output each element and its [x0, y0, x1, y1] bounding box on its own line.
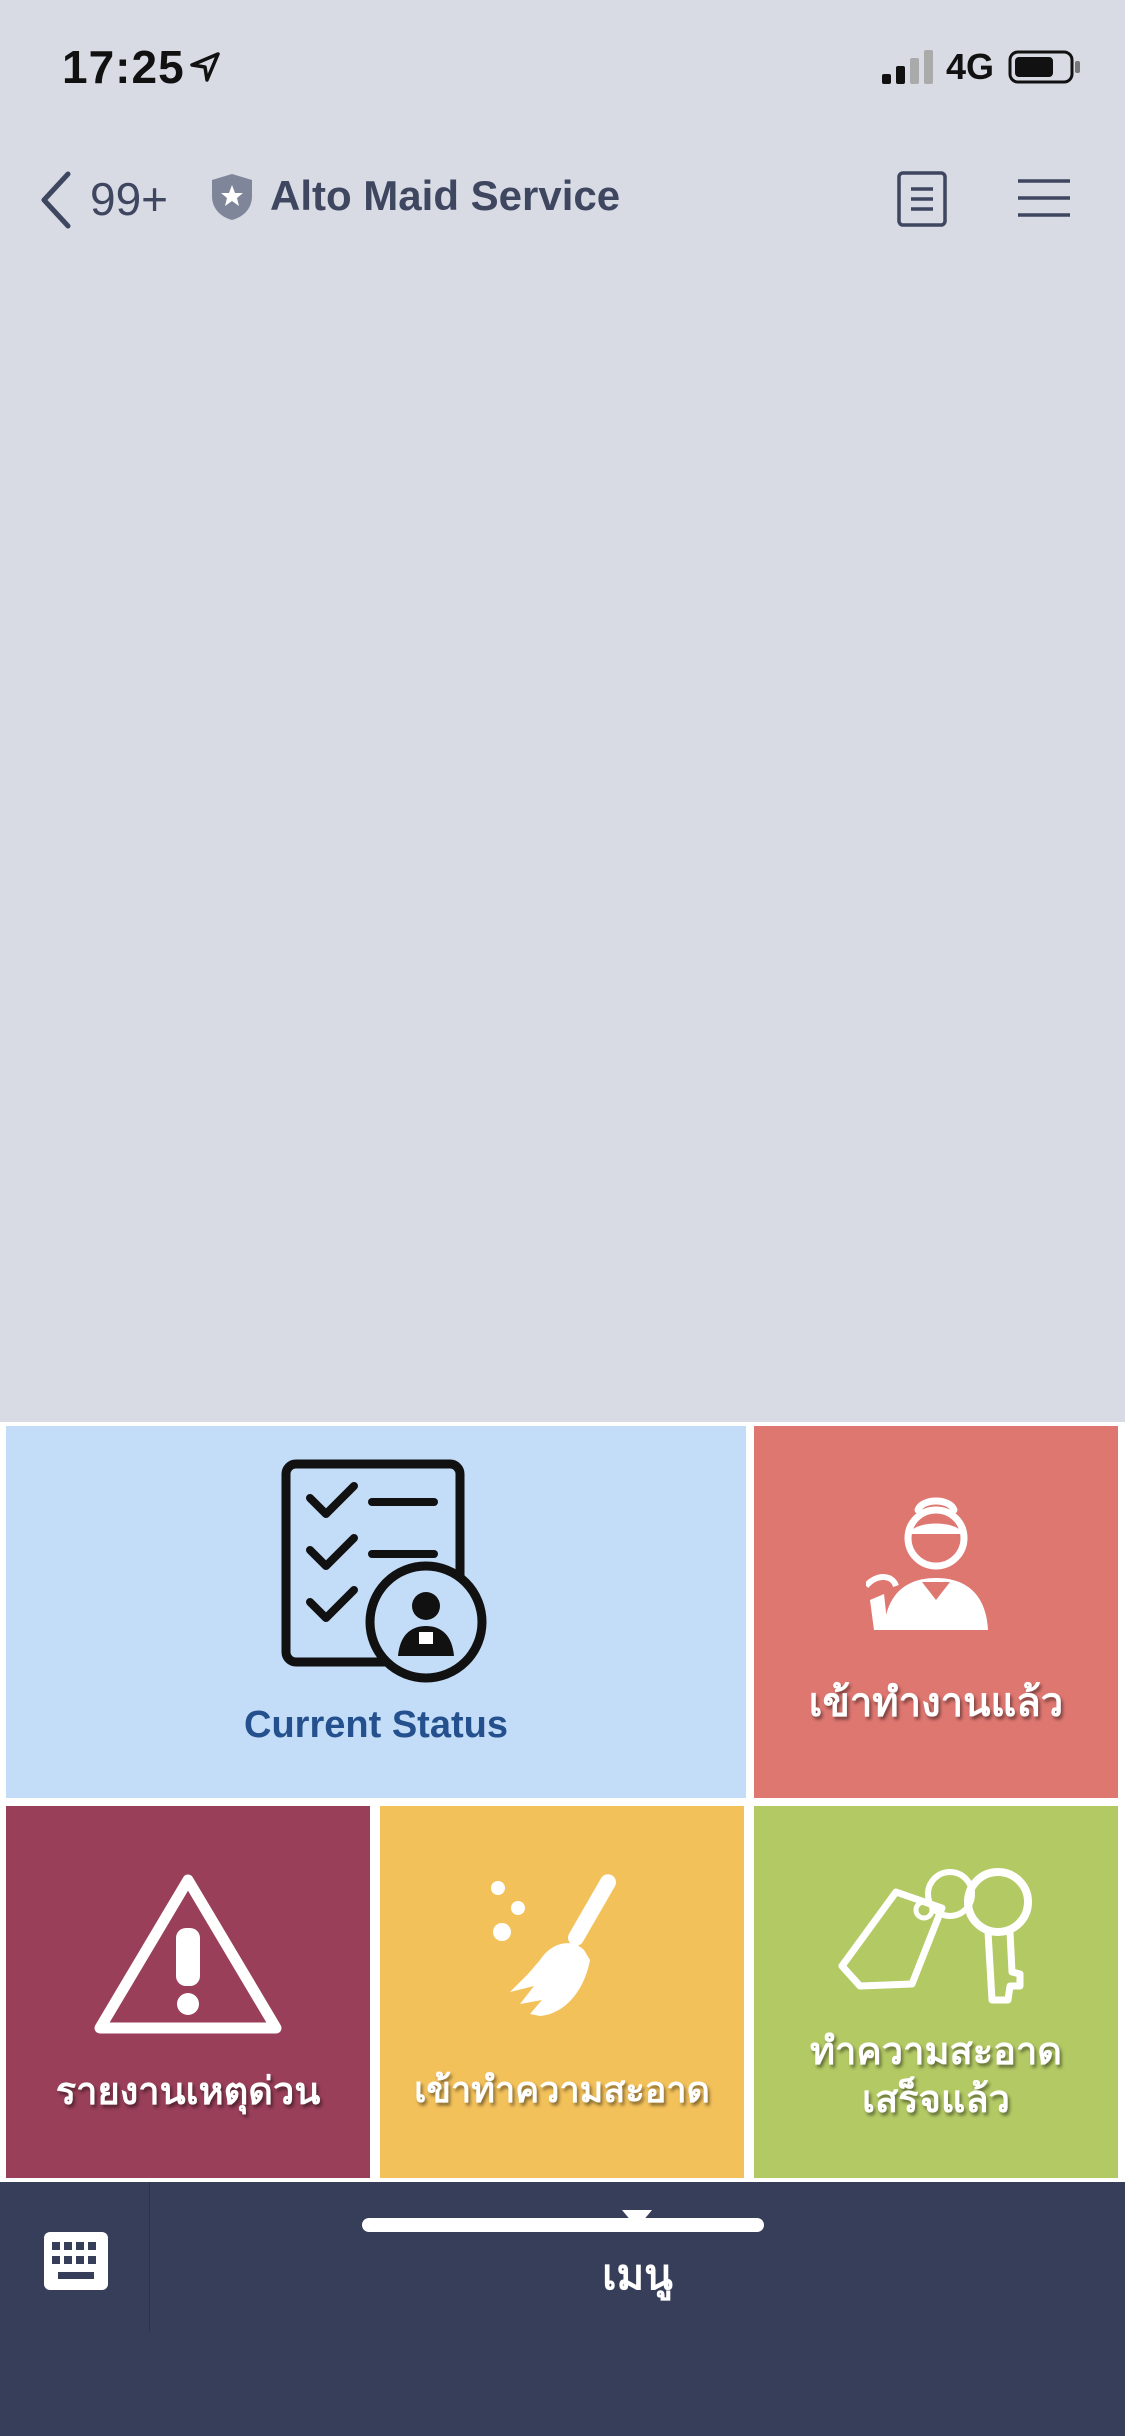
notes-icon[interactable]	[896, 170, 948, 228]
chat-header: 99+ Alto Maid Service	[0, 150, 1125, 250]
current-status-label: Current Status	[244, 1704, 508, 1746]
rich-menu: Current Status เข้าทำงานแล้ว รายงานเหตุด…	[0, 1422, 1125, 2182]
shield-star-icon	[212, 174, 252, 220]
location-arrow-icon	[190, 52, 220, 82]
check-in-work-tile[interactable]: เข้าทำงานแล้ว	[754, 1426, 1118, 1798]
battery-icon	[1008, 50, 1080, 84]
signal-icon	[882, 50, 933, 84]
menu-label: เมนู	[602, 2250, 673, 2299]
home-indicator[interactable]	[362, 2218, 764, 2232]
keyboard-icon	[44, 2232, 108, 2290]
cleaning-done-label-line2: เสร็จแล้ว	[862, 2076, 1010, 2121]
rich-menu-toggle[interactable]: เมนู	[150, 2182, 1125, 2332]
status-time: 17:25	[62, 41, 185, 93]
start-cleaning-label: เข้าทำความสะอาด	[414, 2070, 710, 2111]
current-status-tile[interactable]: Current Status	[6, 1426, 746, 1798]
maid-icon	[866, 1497, 988, 1630]
keys-tag-icon	[838, 1868, 1032, 2004]
hamburger-menu-icon[interactable]	[1018, 178, 1070, 218]
check-in-work-label: เข้าทำงานแล้ว	[808, 1680, 1064, 1726]
urgent-report-label: รายงานเหตุด่วน	[55, 2069, 321, 2113]
cleaning-done-tile[interactable]: ทำความสะอาด เสร็จแล้ว	[754, 1806, 1118, 2178]
checklist-maid-icon	[281, 1459, 487, 1683]
back-chevron-icon[interactable]	[38, 170, 74, 230]
status-bar: 17:25 4G	[0, 0, 1125, 140]
unread-count[interactable]: 99+	[90, 172, 168, 226]
cleaning-done-label: ทำความสะอาด เสร็จแล้ว	[754, 2028, 1118, 2123]
network-type: 4G	[946, 46, 995, 87]
start-cleaning-tile[interactable]: เข้าทำความสะอาด	[380, 1806, 744, 2178]
keyboard-button[interactable]	[0, 2182, 150, 2332]
warning-icon	[94, 1874, 282, 2034]
broom-icon	[491, 1874, 616, 2016]
urgent-report-tile[interactable]: รายงานเหตุด่วน	[6, 1806, 370, 2178]
page-title: Alto Maid Service	[270, 172, 621, 219]
cleaning-done-label-line1: ทำความสะอาด	[810, 2029, 1062, 2073]
